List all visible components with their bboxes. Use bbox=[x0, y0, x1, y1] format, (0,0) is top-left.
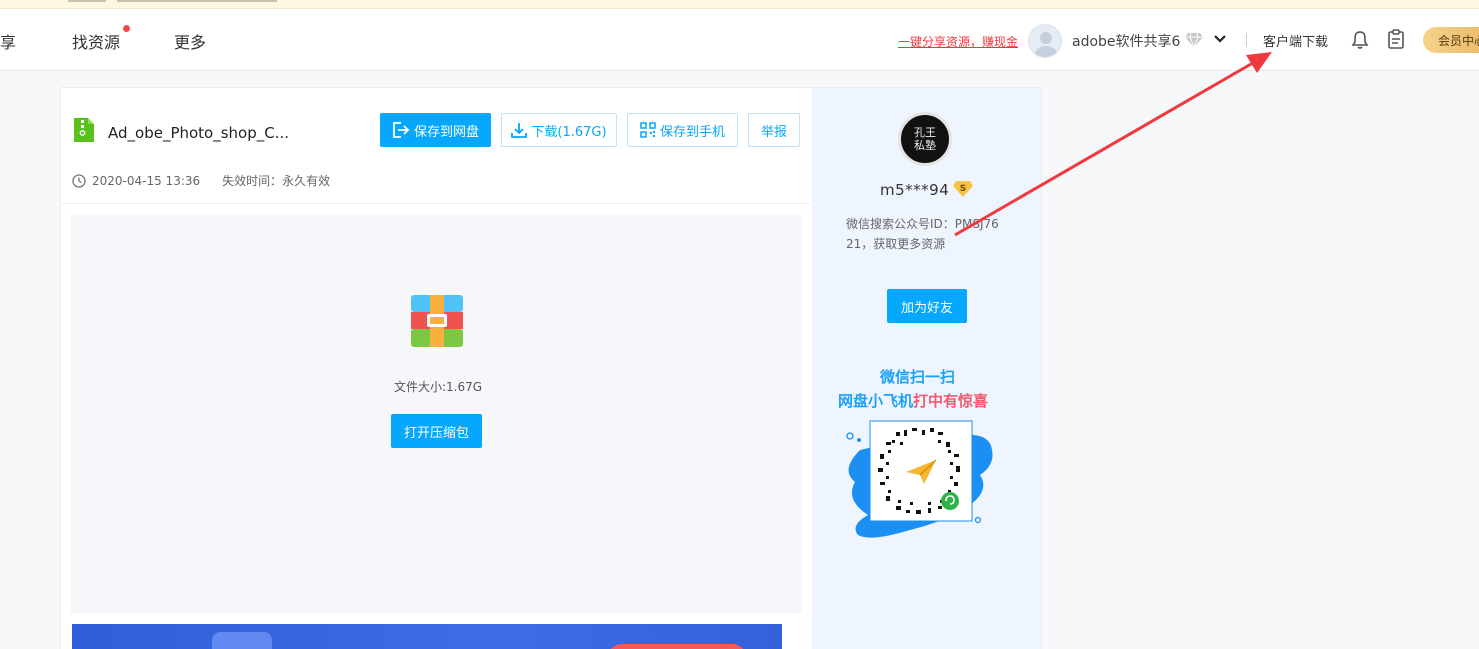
notice-stub bbox=[117, 0, 277, 2]
svip-badge-icon: S bbox=[953, 181, 973, 197]
promo-subtitle-red: 打中有惊喜 bbox=[913, 392, 989, 410]
report-label: 举报 bbox=[760, 124, 787, 140]
top-navbar bbox=[0, 9, 1479, 71]
mini-program-qrcode[interactable] bbox=[840, 420, 1000, 545]
user-silhouette-icon bbox=[1035, 32, 1057, 57]
report-button[interactable]: 举报 bbox=[748, 113, 800, 147]
banner-decoration bbox=[212, 632, 272, 649]
zip-file-icon bbox=[74, 118, 94, 142]
uploader-description: 微信搜索公众号ID：PMSJ7621，获取更多资源 bbox=[846, 217, 999, 251]
bell-icon[interactable] bbox=[1351, 30, 1369, 50]
username[interactable]: adobe软件共享6 bbox=[1072, 31, 1180, 51]
user-avatar[interactable] bbox=[1028, 24, 1062, 58]
file-meta: 2020-04-15 13:36 失效时间：永久有效 bbox=[72, 172, 330, 189]
nav-item-find-resources[interactable]: 找资源 bbox=[72, 29, 120, 53]
notice-strip bbox=[0, 0, 1479, 9]
promo-subtitle: 网盘小飞机打中有惊喜 bbox=[838, 390, 988, 411]
notification-dot bbox=[123, 25, 130, 32]
save-to-disk-label: 保存到网盘 bbox=[413, 124, 479, 140]
open-zip-button[interactable]: 打开压缩包 bbox=[391, 414, 482, 448]
card-divider bbox=[61, 203, 811, 204]
vip-center-button[interactable]: 会员中心 bbox=[1423, 27, 1479, 53]
promo-banner[interactable] bbox=[72, 624, 782, 649]
file-name: Ad_obe_Photo_shop_C... bbox=[108, 124, 290, 142]
notice-stub bbox=[68, 0, 106, 2]
uploader-avatar[interactable]: 孔王私塾 bbox=[898, 112, 952, 166]
uploader-avatar-text: 孔王私塾 bbox=[914, 126, 936, 152]
upload-date: 2020-04-15 13:36 bbox=[92, 173, 201, 188]
qrcode-icon bbox=[640, 122, 656, 138]
save-to-phone-button[interactable]: 保存到手机 bbox=[627, 113, 738, 147]
header-divider bbox=[1246, 33, 1247, 47]
share-for-cash-link[interactable]: 一键分享资源，赚现金 bbox=[898, 33, 1018, 50]
client-download-link[interactable]: 客户端下载 bbox=[1263, 31, 1328, 50]
nav-item-share[interactable]: 享 bbox=[0, 29, 16, 53]
add-friend-button[interactable]: 加为好友 bbox=[887, 289, 967, 323]
save-to-disk-icon bbox=[393, 122, 410, 138]
archive-icon bbox=[411, 295, 463, 347]
file-size: 文件大小:1.67G bbox=[394, 380, 483, 394]
expiry-text: 失效时间：永久有效 bbox=[222, 174, 331, 188]
clipboard-icon[interactable] bbox=[1387, 29, 1405, 49]
save-to-disk-button[interactable]: 保存到网盘 bbox=[380, 113, 491, 147]
promo-title: 微信扫一扫 bbox=[880, 368, 956, 386]
download-icon bbox=[511, 123, 528, 138]
download-label: 下载(1.67G) bbox=[531, 124, 607, 140]
banner-cta[interactable] bbox=[607, 644, 747, 649]
nav-item-more[interactable]: 更多 bbox=[174, 29, 206, 53]
svg-text:S: S bbox=[960, 184, 966, 194]
chevron-down-icon[interactable] bbox=[1213, 34, 1227, 44]
uploader-name[interactable]: m5***94 bbox=[880, 181, 949, 199]
save-to-phone-label: 保存到手机 bbox=[659, 124, 725, 140]
promo-subtitle-blue: 网盘小飞机 bbox=[838, 392, 914, 410]
clock-icon bbox=[72, 173, 86, 188]
download-button[interactable]: 下载(1.67G) bbox=[501, 113, 617, 147]
diamond-icon bbox=[1185, 32, 1203, 48]
